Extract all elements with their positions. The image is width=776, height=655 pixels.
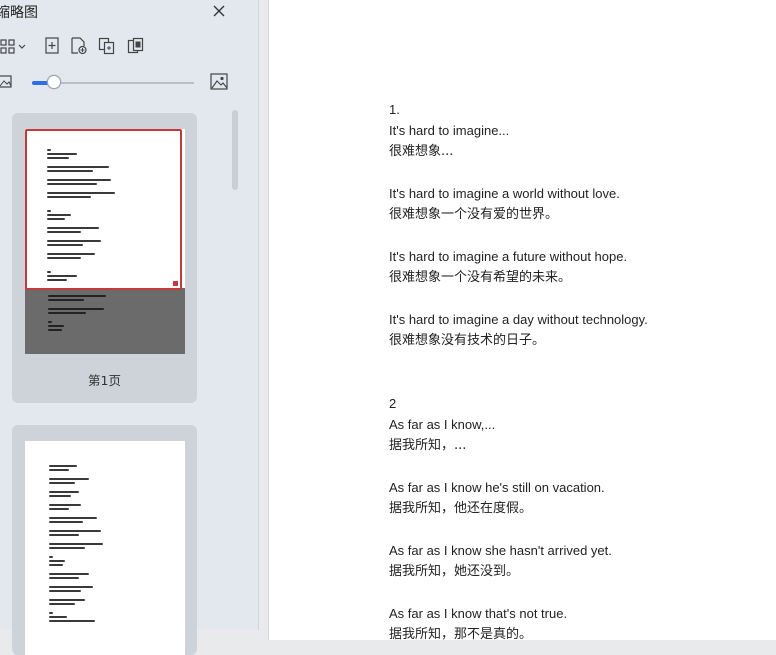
english-line: 1. [389,102,400,117]
replace-page-button[interactable] [126,36,146,56]
english-line: As far as I know that's not true. [389,606,568,622]
chinese-line: 很难想象一个没有希望的未来。 [389,269,572,285]
english-line: It's hard to imagine a day without techn… [389,312,648,328]
zoom-out-button[interactable] [0,74,12,90]
chinese-line: 据我所知，他还在度假。 [389,500,533,516]
close-icon [213,5,225,17]
thumbnail-toolbar [0,36,170,58]
add-page-button[interactable] [42,36,62,56]
copy-page-icon [98,37,115,55]
chinese-line: 很难想象没有技术的日子。 [389,333,546,349]
thumbnail-scrollbar[interactable] [232,110,238,190]
page-label: 第1页 [88,373,121,388]
english-line: It's hard to imagine a future without ho… [389,249,628,265]
zoom-in-button[interactable] [210,73,228,91]
replace-page-icon [127,37,144,54]
grid-view-icon [0,39,26,54]
english-line: 2 [389,395,397,411]
page-thumbnail-1[interactable]: 第1页 [12,113,197,403]
close-panel-button[interactable] [211,3,227,19]
chinese-line: 据我所知，... [389,437,467,453]
insert-page-button[interactable] [69,36,89,56]
chinese-line: 很难想象一个没有爱的世界。 [389,206,559,222]
document-page: 1. It's hard to imagine... 很难想象... It's har… [268,0,776,642]
chinese-line: 据我所知，她还没到。 [389,563,520,579]
chinese-line: 很难想象... [389,143,454,159]
add-page-icon [45,37,59,54]
insert-page-icon [71,37,87,55]
layout-dropdown-button[interactable] [0,36,28,56]
zoom-slider-handle[interactable] [47,75,62,89]
chinese-line: 据我所知，那不是真的。 [389,627,533,643]
thumbnail-panel: 缩略图 第1页 [0,0,259,655]
page-content: 1. It's hard to imagine... 很难想象... It's har… [389,100,776,646]
thumbnail-zoom-row [0,72,258,94]
panel-title: 缩略图 [0,5,38,21]
visible-area-frame[interactable] [25,129,182,290]
large-image-icon [210,73,228,90]
english-line: It's hard to imagine a world without lov… [389,185,620,201]
english-line: As far as I know she hasn't arrived yet. [389,543,612,559]
thumbnail-preview [25,441,185,655]
english-line: It's hard to imagine... [389,122,510,138]
small-image-icon [0,75,12,88]
copy-page-button[interactable] [97,36,117,56]
english-line: As far as I know,... [389,416,496,432]
page-thumbnail-2[interactable] [12,425,197,655]
english-line: As far as I know he's still on vacation. [389,479,605,495]
